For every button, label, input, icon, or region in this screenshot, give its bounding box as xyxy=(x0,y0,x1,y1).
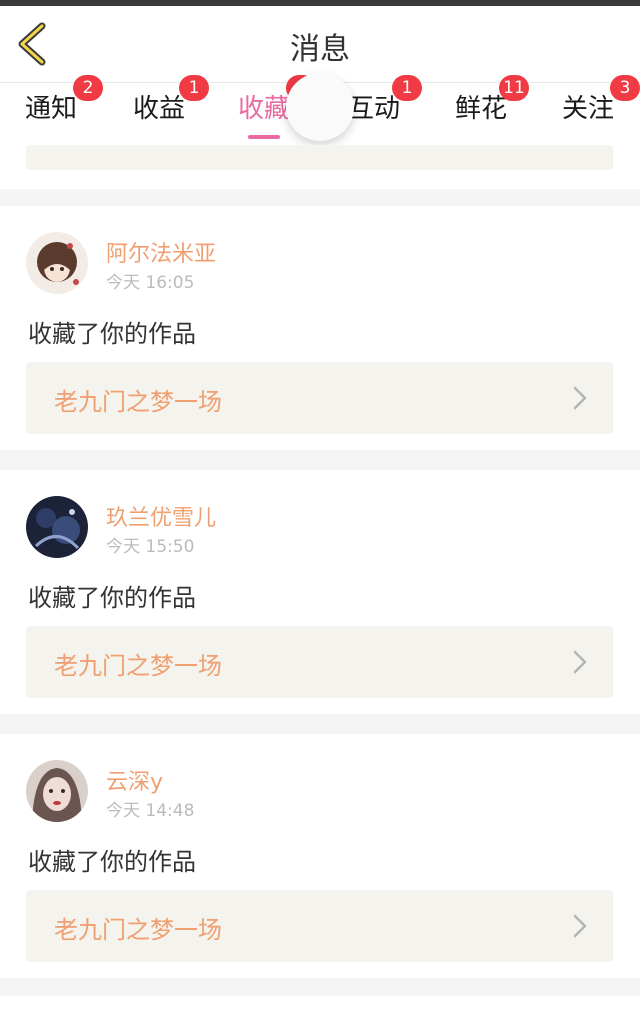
user-name[interactable]: 云深y xyxy=(106,764,163,796)
user-name[interactable]: 玖兰优雪儿 xyxy=(106,500,216,532)
work-title: 老九门之梦一场 xyxy=(54,916,222,944)
action-text: 收藏了你的作品 xyxy=(28,584,196,612)
floating-assist-button[interactable] xyxy=(286,73,354,141)
unread-badge: 1 xyxy=(179,75,209,101)
tab-label: 互动 xyxy=(347,94,400,124)
avatar[interactable] xyxy=(26,232,88,294)
unread-badge: 3 xyxy=(610,75,640,101)
work-link[interactable] xyxy=(26,145,613,170)
tab-earnings[interactable]: 收益 1 xyxy=(111,75,209,145)
tab-follow[interactable]: 关注 3 xyxy=(540,75,640,145)
work-title: 老九门之梦一场 xyxy=(54,652,222,680)
timestamp: 今天 16:05 xyxy=(106,273,195,293)
work-link[interactable]: 老九门之梦一场 xyxy=(26,626,613,698)
chevron-right-icon xyxy=(573,386,587,410)
work-title: 老九门之梦一场 xyxy=(54,388,222,416)
unread-badge: 11 xyxy=(499,75,529,101)
tab-label: 鲜花 xyxy=(454,94,507,124)
unread-badge: 2 xyxy=(73,75,103,101)
user-name[interactable]: 阿尔法米亚 xyxy=(106,236,216,268)
tab-flowers[interactable]: 鲜花 11 xyxy=(433,75,529,145)
page-title: 消息 xyxy=(290,32,350,67)
app-header: 消息 xyxy=(0,6,640,83)
next-card-edge xyxy=(0,996,640,1009)
avatar[interactable] xyxy=(26,760,88,822)
chevron-right-icon xyxy=(573,650,587,674)
action-text: 收藏了你的作品 xyxy=(28,848,196,876)
tab-label: 通知 xyxy=(24,94,77,124)
work-link[interactable]: 老九门之梦一场 xyxy=(26,890,613,962)
timestamp: 今天 14:48 xyxy=(106,801,195,821)
message-card: 阿尔法米亚 今天 16:05 收藏了你的作品 老九门之梦一场 xyxy=(0,206,640,450)
work-link[interactable]: 老九门之梦一场 xyxy=(26,362,613,434)
avatar[interactable] xyxy=(26,496,88,558)
active-tab-indicator xyxy=(248,135,280,139)
message-card: 云深y 今天 14:48 收藏了你的作品 老九门之梦一场 xyxy=(0,734,640,978)
previous-card-tail xyxy=(0,145,640,189)
timestamp: 今天 15:50 xyxy=(106,537,195,557)
action-text: 收藏了你的作品 xyxy=(28,320,196,348)
tab-label: 关注 xyxy=(561,94,614,124)
message-card: 玖兰优雪儿 今天 15:50 收藏了你的作品 老九门之梦一场 xyxy=(0,470,640,714)
chevron-right-icon xyxy=(573,914,587,938)
unread-badge: 1 xyxy=(392,75,422,101)
tab-notify[interactable]: 通知 2 xyxy=(3,75,103,145)
tab-label: 收藏 xyxy=(237,94,290,124)
tab-label: 收益 xyxy=(132,94,185,124)
